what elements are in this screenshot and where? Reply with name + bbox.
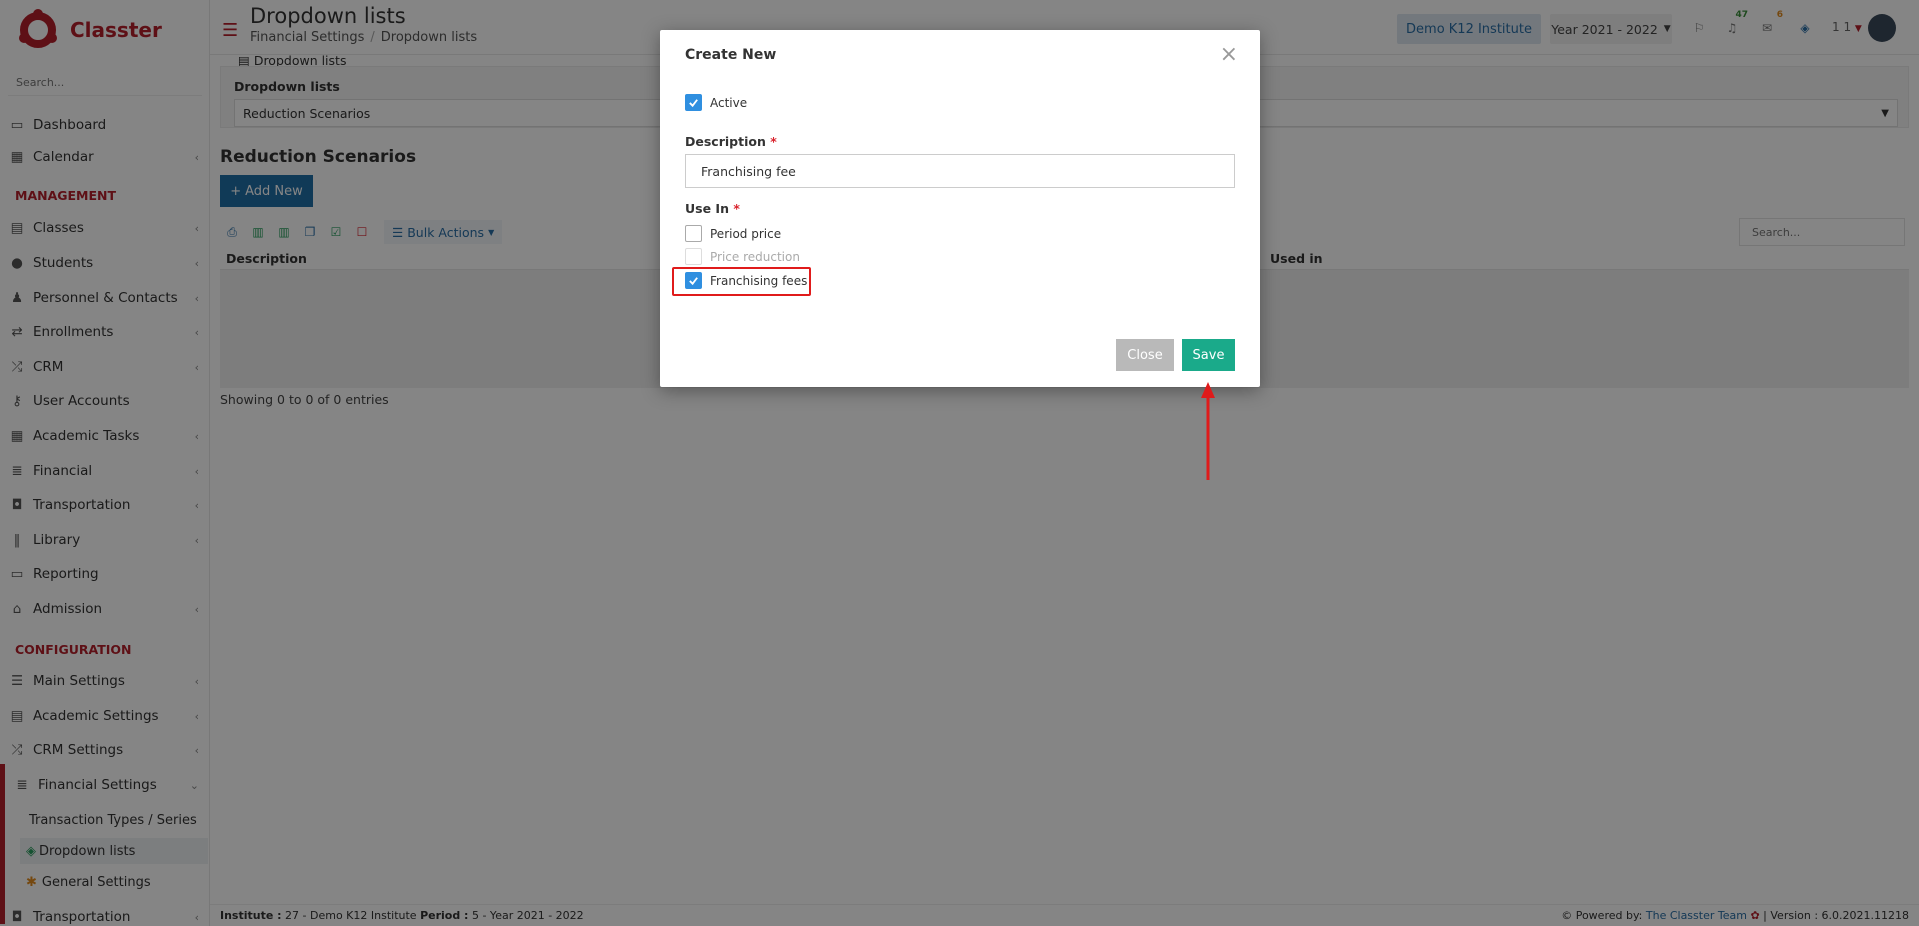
close-icon[interactable]: ×: [1220, 44, 1238, 66]
checkmark-icon: [689, 99, 698, 108]
active-label: Active: [710, 96, 748, 110]
required-mark: *: [733, 201, 740, 216]
price-reduction-checkbox: [685, 248, 702, 265]
use-in-label: Use In *: [685, 201, 740, 216]
save-button[interactable]: Save: [1182, 339, 1235, 371]
use-in-label-text: Use In: [685, 201, 729, 216]
period-price-label: Period price: [710, 227, 782, 241]
period-price-checkbox[interactable]: [685, 225, 702, 242]
description-label: Description *: [685, 134, 777, 149]
description-input[interactable]: Franchising fee: [685, 154, 1235, 188]
close-button[interactable]: Close: [1116, 339, 1174, 371]
checkmark-icon: [689, 277, 698, 286]
active-checkbox[interactable]: [685, 94, 702, 111]
modal-title: Create New: [685, 47, 777, 63]
create-new-modal: Create New × Active Description * Franch…: [660, 30, 1260, 387]
pointer-arrow-icon: [1201, 382, 1215, 480]
description-value: Franchising fee: [701, 163, 796, 179]
description-label-text: Description: [685, 134, 766, 149]
required-mark: *: [770, 134, 777, 149]
franchising-fees-label: Franchising fees: [710, 274, 808, 288]
franchising-fees-checkbox[interactable]: [685, 272, 702, 289]
price-reduction-label: Price reduction: [710, 250, 800, 264]
